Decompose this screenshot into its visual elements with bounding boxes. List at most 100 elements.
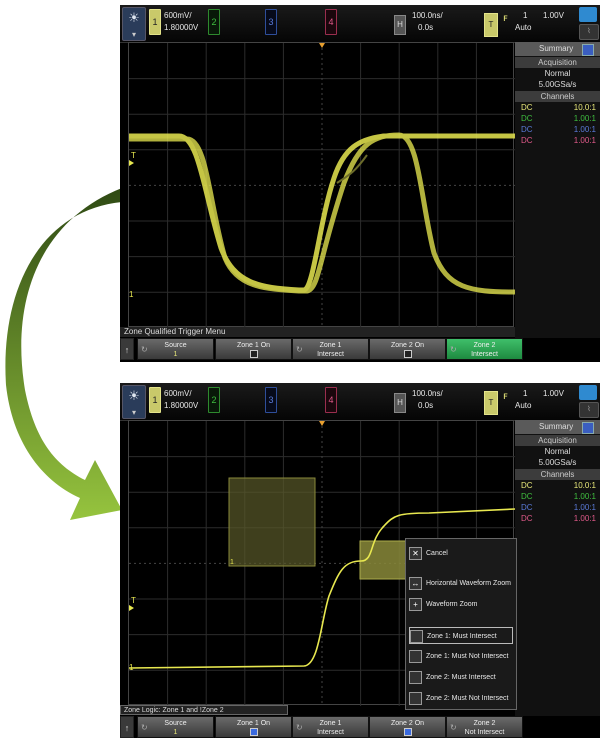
- channel-row: DC 1.00:1: [521, 136, 596, 145]
- zone2-mode-softkey[interactable]: ↻ Zone 2 Not Intersect: [446, 716, 523, 738]
- knob-icon: ↻: [450, 345, 457, 354]
- trigger-mode: Auto: [515, 23, 532, 32]
- softkey-label: Zone 1 On: [236, 342, 271, 349]
- zoom-icon: +: [409, 597, 422, 611]
- zone-logic-label: Zone Logic: Zone 1 and !Zone 2: [120, 705, 288, 715]
- softkey-label: Source: [164, 720, 187, 727]
- trigger-level: 1.00V: [543, 11, 564, 20]
- screen-icon[interactable]: [579, 385, 597, 400]
- zone1-mode-softkey[interactable]: ↻ Zone 1 Intersect: [292, 338, 369, 360]
- zone1-mode-softkey[interactable]: ↻ Zone 1 Intersect: [292, 716, 369, 738]
- zone1-must-intersect-item[interactable]: Zone 1: Must Intersect: [409, 627, 513, 644]
- channel-2-button[interactable]: 2: [208, 9, 220, 35]
- time-delay: 0.0s: [418, 23, 434, 32]
- checkbox-icon: [403, 728, 412, 736]
- trigger-edge-icon: ꜰ: [503, 13, 508, 24]
- softkey-label: Zone 1: [319, 720, 342, 727]
- chevron-down-icon: ▾: [131, 408, 136, 417]
- cancel-menu-item[interactable]: ✕ Cancel: [409, 545, 513, 562]
- top-oscilloscope-screen: ☀ ▾ 1 600mV/ 1.80000V 2 3 4 H 100.0ns/ 0.…: [120, 5, 600, 362]
- menu-title: Zone Qualified Trigger Menu: [120, 327, 515, 337]
- summary-tab[interactable]: Summary: [515, 42, 600, 56]
- top-waveform-grid[interactable]: T 1: [128, 42, 515, 328]
- top-softkey-bar: ↑ ↻ Source 1 Zone 1 On ↻ Zone 1 Intersect Zo…: [120, 338, 600, 360]
- brightness-icon: ☀: [128, 388, 140, 403]
- zone1-on-softkey[interactable]: Zone 1 On: [215, 716, 292, 738]
- softkey-label: Zone 2: [473, 342, 496, 349]
- summary-label: Summary: [539, 422, 574, 431]
- zone-2-box[interactable]: [359, 540, 407, 580]
- waveform-zoom-menu-item[interactable]: + Waveform Zoom: [409, 596, 513, 613]
- summary-icon[interactable]: [582, 422, 594, 434]
- horizontal-button[interactable]: H: [394, 393, 406, 413]
- bottom-status-bar: ☀ ▾ 1 600mV/ 1.80000V 2 3 4 H 100.0ns/ 0.…: [120, 383, 600, 421]
- zone2-must-intersect-item[interactable]: Zone 2: Must Intersect: [409, 669, 513, 686]
- source-softkey[interactable]: ↻ Source 1: [137, 716, 214, 738]
- softkey-value: 1: [173, 351, 178, 358]
- channel-row: DC 1.00:1: [521, 125, 596, 134]
- utility-button[interactable]: ☀ ▾: [122, 7, 146, 41]
- channel-3-button[interactable]: 3: [265, 9, 277, 35]
- bottom-softkey-bar: ↑ ↻ Source 1 Zone 1 On ↻ Zone 1 Intersect Zo…: [120, 716, 600, 738]
- curved-arrow-icon: [5, 188, 123, 520]
- zone-context-menu: ✕ Cancel ↔ Horizontal Waveform Zoom + Wavef…: [405, 538, 517, 710]
- softkey-label: Zone 2 On: [390, 342, 425, 349]
- horizontal-zoom-menu-item[interactable]: ↔ Horizontal Waveform Zoom: [409, 575, 513, 592]
- zone-icon: [409, 649, 422, 663]
- measure-icon[interactable]: ⌇: [579, 24, 599, 40]
- horizontal-button[interactable]: H: [394, 15, 406, 35]
- zone-icon: [409, 670, 422, 684]
- top-summary-panel: Summary Acquisition Normal 5.00GSa/s Cha…: [515, 42, 600, 342]
- trigger-channel: 1: [523, 11, 528, 20]
- back-button[interactable]: ↑: [120, 338, 134, 360]
- zone1-must-not-intersect-item[interactable]: Zone 1: Must Not Intersect: [409, 648, 513, 665]
- zone-icon: [409, 691, 422, 705]
- softkey-value: Intersect: [317, 351, 344, 358]
- channel-2-button[interactable]: 2: [208, 387, 220, 413]
- channel-row: DC 10.0:1: [521, 103, 596, 112]
- source-softkey[interactable]: ↻ Source 1: [137, 338, 214, 360]
- softkey-value: Intersect: [317, 729, 344, 736]
- svg-text:T: T: [131, 596, 136, 605]
- brightness-icon: ☀: [128, 10, 140, 25]
- trigger-button[interactable]: T: [484, 391, 498, 415]
- channels-header: Channels: [515, 91, 600, 102]
- summary-tab[interactable]: Summary: [515, 420, 600, 434]
- channel-3-button[interactable]: 3: [265, 387, 277, 413]
- knob-icon: ↻: [141, 345, 148, 354]
- svg-text:1: 1: [129, 290, 134, 299]
- channel-row: DC 1.00:1: [521, 503, 596, 512]
- zone-icon: [410, 629, 423, 643]
- channel-4-button[interactable]: 4: [325, 9, 337, 35]
- softkey-label: Zone 1: [319, 342, 342, 349]
- zone2-must-not-intersect-item[interactable]: Zone 2: Must Not Intersect: [409, 690, 513, 707]
- top-status-bar: ☀ ▾ 1 600mV/ 1.80000V 2 3 4 H 100.0ns/ 0.…: [120, 5, 600, 43]
- knob-icon: ↻: [296, 345, 303, 354]
- zone2-mode-softkey[interactable]: ↻ Zone 2 Intersect: [446, 338, 523, 360]
- screen-icon[interactable]: [579, 7, 597, 22]
- svg-text:1: 1: [129, 663, 134, 672]
- close-icon: ✕: [409, 546, 422, 560]
- measure-icon[interactable]: ⌇: [579, 402, 599, 418]
- checkbox-icon: [403, 350, 412, 358]
- summary-icon[interactable]: [582, 44, 594, 56]
- zone1-on-softkey[interactable]: Zone 1 On: [215, 338, 292, 360]
- zone-1-box[interactable]: [228, 477, 316, 567]
- zone2-on-softkey[interactable]: Zone 2 On: [369, 716, 446, 738]
- softkey-value: Not Intersect: [464, 729, 505, 736]
- channel-1-button[interactable]: 1: [149, 9, 161, 35]
- checkbox-icon: [249, 350, 258, 358]
- trigger-mode: Auto: [515, 401, 532, 410]
- back-button[interactable]: ↑: [120, 716, 134, 738]
- bottom-oscilloscope-screen: ☀ ▾ 1 600mV/ 1.80000V 2 3 4 H 100.0ns/ 0.…: [120, 383, 600, 738]
- utility-button[interactable]: ☀ ▾: [122, 385, 146, 419]
- zone2-on-softkey[interactable]: Zone 2 On: [369, 338, 446, 360]
- channel-4-button[interactable]: 4: [325, 387, 337, 413]
- ch1-scale: 600mV/: [164, 11, 192, 20]
- channel-1-button[interactable]: 1: [149, 387, 161, 413]
- checkbox-icon: [249, 728, 258, 736]
- time-delay: 0.0s: [418, 401, 434, 410]
- acquisition-header: Acquisition: [515, 435, 600, 446]
- channel-row: DC 1.00:1: [521, 492, 596, 501]
- trigger-button[interactable]: T: [484, 13, 498, 37]
